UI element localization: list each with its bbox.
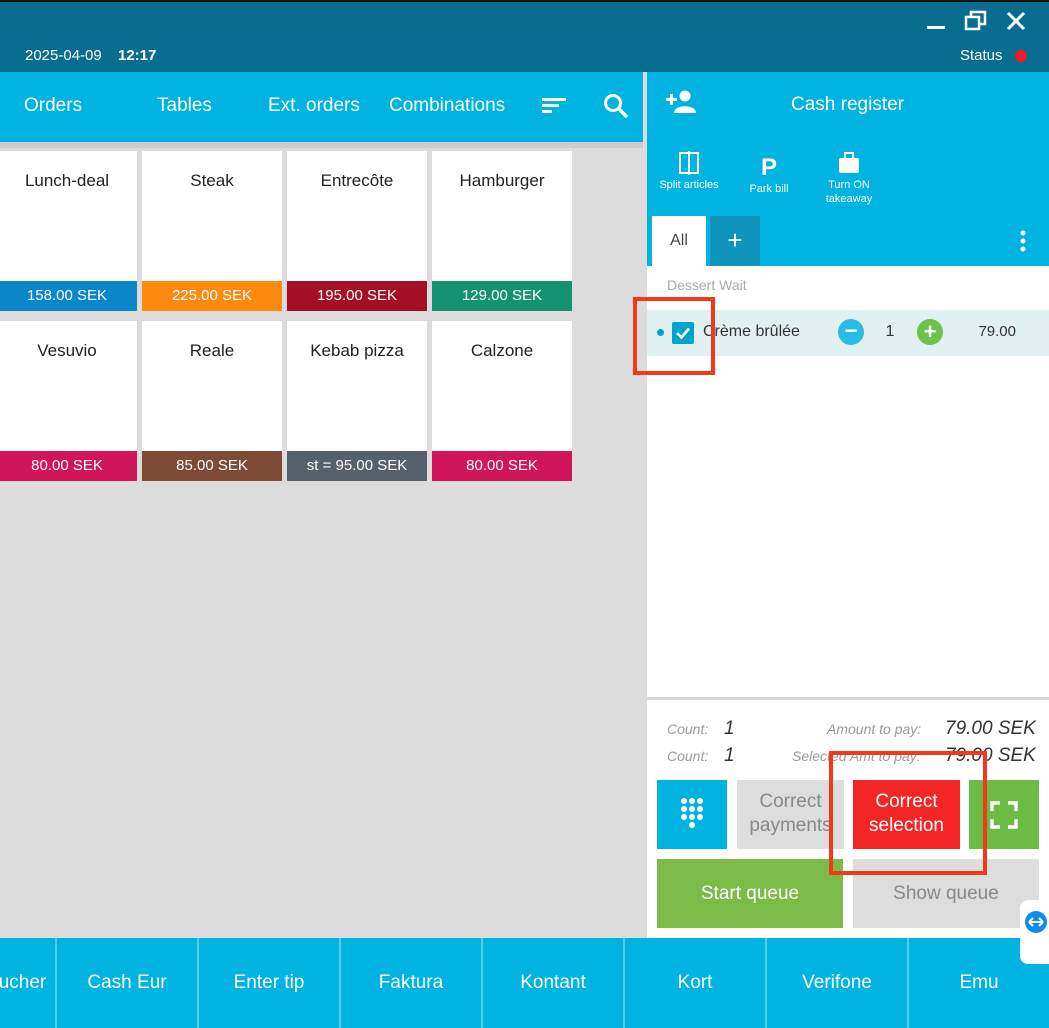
split-articles-button[interactable]: Split articles — [654, 150, 724, 192]
keypad-icon — [681, 798, 703, 828]
tab-all[interactable]: All — [652, 216, 706, 266]
product-tile[interactable]: Hamburger 129.00 SEK — [432, 151, 572, 311]
status-label[interactable]: Status — [960, 47, 1003, 64]
product-price: 195.00 SEK — [287, 281, 427, 311]
search-icon[interactable] — [602, 92, 630, 120]
start-queue-button[interactable]: Start queue — [657, 859, 843, 928]
increase-quantity-button[interactable]: + — [917, 319, 943, 345]
product-name: Entrecôte — [320, 171, 394, 190]
status-indicator — [1015, 50, 1027, 62]
takeaway-label: Turn ON takeaway — [825, 179, 873, 205]
product-tile[interactable]: Kebab pizza st = 95.00 SEK — [287, 321, 427, 481]
product-price: 80.00 SEK — [0, 451, 137, 481]
takeaway-button[interactable]: Turn ON takeaway — [814, 150, 884, 206]
product-price: 85.00 SEK — [142, 451, 282, 481]
date-label: 2025-04-09 — [25, 47, 102, 64]
amount-value: 79.00 SEK — [945, 718, 1036, 739]
correct-payments-button[interactable]: Correct payments — [737, 780, 844, 849]
product-name: Kebab pizza — [310, 341, 404, 360]
payment-voucher[interactable]: ucher — [0, 938, 55, 1028]
restore-icon[interactable] — [961, 8, 991, 36]
split-icon — [679, 151, 699, 175]
add-customer-icon[interactable] — [666, 88, 696, 114]
payment-enter-tip[interactable]: Enter tip — [197, 938, 339, 1028]
count-value: 1 — [724, 745, 735, 766]
payment-cash-eur[interactable]: Cash Eur — [55, 938, 197, 1028]
product-name: Vesuvio — [37, 341, 97, 360]
park-bill-button[interactable]: P Park bill — [734, 154, 804, 196]
highlight-box — [633, 297, 715, 375]
count-label: Count: — [667, 721, 709, 737]
item-name: Crème brûlée — [703, 323, 800, 340]
keypad-button[interactable] — [657, 780, 727, 849]
product-tile[interactable]: Steak 225.00 SEK — [142, 151, 282, 311]
time-label: 12:17 — [118, 47, 157, 64]
svg-text:P: P — [761, 154, 777, 180]
product-name: Calzone — [470, 341, 534, 360]
product-tile[interactable]: Lunch-deal 158.00 SEK — [0, 151, 137, 311]
product-price: 129.00 SEK — [432, 281, 572, 311]
register-title: Cash register — [791, 94, 904, 115]
minimize-icon[interactable] — [921, 8, 951, 36]
split-articles-label: Split articles — [659, 179, 719, 191]
remote-support-icon[interactable] — [1020, 900, 1049, 964]
payment-kontant[interactable]: Kontant — [481, 938, 623, 1028]
product-name: Hamburger — [459, 171, 545, 190]
item-quantity: 1 — [885, 323, 895, 340]
product-tile[interactable]: Calzone 80.00 SEK — [432, 321, 572, 481]
product-tile[interactable]: Vesuvio 80.00 SEK — [0, 321, 137, 481]
highlight-box — [829, 751, 987, 875]
product-name: Steak — [190, 171, 234, 190]
product-price: 225.00 SEK — [142, 281, 282, 311]
product-price: 158.00 SEK — [0, 281, 137, 311]
title-bar — [0, 0, 1049, 72]
decrease-quantity-button[interactable]: − — [838, 319, 864, 345]
payment-kort[interactable]: Kort — [623, 938, 765, 1028]
product-tile[interactable]: Entrecôte 195.00 SEK — [287, 151, 427, 311]
product-name: Lunch-deal — [24, 171, 110, 190]
nav-ext-orders[interactable]: Ext. orders — [268, 95, 360, 117]
nav-orders[interactable]: Orders — [24, 95, 82, 117]
more-menu-icon[interactable] — [1014, 228, 1032, 256]
nav-combinations[interactable]: Combinations — [389, 95, 505, 117]
add-tab-button[interactable]: + — [710, 216, 760, 266]
count-label: Count: — [667, 748, 709, 764]
close-icon[interactable] — [1001, 8, 1031, 36]
count-value: 1 — [724, 718, 735, 739]
filter-icon[interactable] — [541, 95, 567, 115]
product-name: Reale — [189, 341, 235, 360]
product-tile[interactable]: Reale 85.00 SEK — [142, 321, 282, 481]
payment-faktura[interactable]: Faktura — [339, 938, 481, 1028]
course-label: Dessert Wait — [667, 277, 747, 293]
parking-icon: P — [761, 154, 777, 180]
divider — [647, 697, 1049, 700]
item-price: 79.00 — [978, 323, 1016, 340]
briefcase-icon — [839, 152, 859, 173]
amount-label: Amount to pay: — [827, 721, 922, 737]
park-bill-label: Park bill — [749, 183, 789, 195]
product-price: st = 95.00 SEK — [287, 451, 427, 481]
nav-tables[interactable]: Tables — [157, 95, 212, 117]
payment-verifone[interactable]: Verifone — [765, 938, 907, 1028]
product-price: 80.00 SEK — [432, 451, 572, 481]
